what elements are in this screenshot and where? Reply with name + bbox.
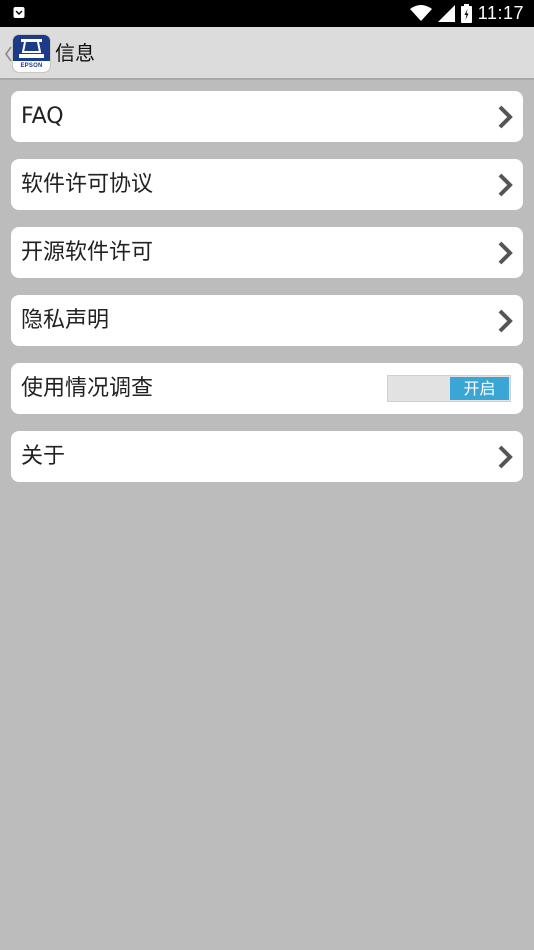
menu-item-label: FAQ	[21, 104, 64, 129]
chevron-right-icon	[498, 445, 513, 469]
scanner-icon	[19, 39, 44, 58]
app-bar: EPSON 信息	[0, 27, 534, 80]
status-bar: 11:17	[0, 0, 534, 27]
toggle-on-label: 开启	[450, 377, 509, 400]
menu-item-label: 使用情况调查	[21, 376, 154, 401]
battery-icon	[460, 4, 472, 23]
wifi-icon	[409, 5, 432, 21]
logo-text: EPSON	[13, 61, 50, 72]
menu-item-about[interactable]: 关于	[11, 431, 523, 482]
menu-item-label: 软件许可协议	[21, 172, 154, 197]
status-right: 11:17	[409, 2, 524, 25]
chevron-right-icon	[498, 241, 513, 265]
menu-item-faq[interactable]: FAQ	[11, 91, 523, 142]
menu-item-open-source-license[interactable]: 开源软件许可	[11, 227, 523, 278]
menu-item-privacy-statement[interactable]: 隐私声明	[11, 295, 523, 346]
chevron-right-icon	[498, 173, 513, 197]
cell-signal-icon	[437, 5, 455, 22]
status-time: 11:17	[477, 3, 524, 23]
chevron-right-icon	[498, 309, 513, 333]
notification-icon	[13, 7, 25, 18]
usage-survey-toggle[interactable]: 开启	[387, 375, 511, 402]
menu-item-label: 开源软件许可	[21, 240, 154, 265]
page-title: 信息	[55, 41, 95, 65]
app-logo[interactable]: EPSON	[13, 35, 50, 72]
menu-item-label: 隐私声明	[21, 308, 110, 333]
menu-item-usage-survey: 使用情况调查 开启	[11, 363, 523, 414]
chevron-right-icon	[498, 105, 513, 129]
menu-item-software-license[interactable]: 软件许可协议	[11, 159, 523, 210]
menu-list: FAQ 软件许可协议 开源软件许可 隐私声明 使用情况调查 开启 关于	[11, 91, 523, 499]
menu-item-label: 关于	[21, 444, 66, 469]
chevron-left-icon[interactable]	[3, 44, 13, 64]
